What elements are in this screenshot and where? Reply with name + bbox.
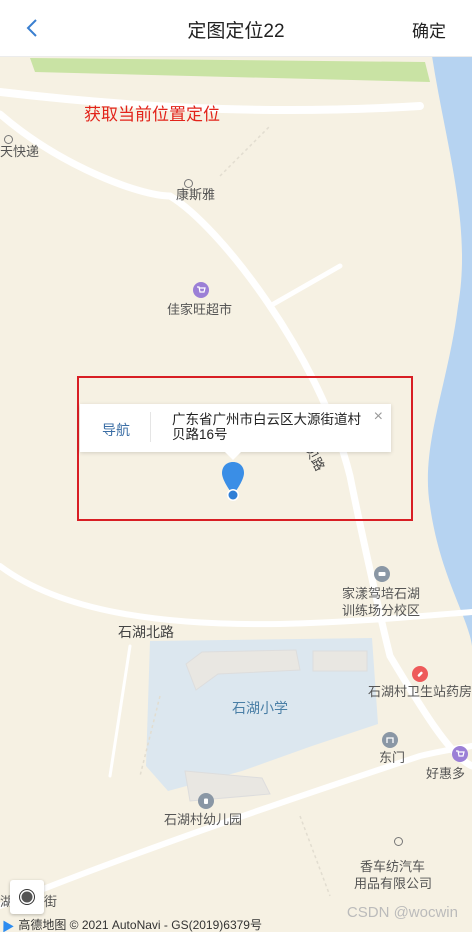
- poi-express[interactable]: 天快递: [0, 144, 39, 160]
- navigate-button[interactable]: 导航: [102, 420, 130, 440]
- chevron-left-icon: [26, 19, 37, 37]
- gate-icon: [382, 732, 398, 748]
- kindergarten-icon: [198, 793, 214, 809]
- road-branch: [267, 263, 343, 309]
- school-building-2: [312, 650, 368, 672]
- poi-haohui[interactable]: 好惠多: [426, 766, 465, 782]
- poi-jiajiawang[interactable]: 佳家旺超市: [167, 302, 232, 318]
- path-dashed-3: [299, 815, 331, 897]
- kindergarten-building: [184, 770, 271, 802]
- get-location-link[interactable]: 获取当前位置定位: [84, 100, 220, 125]
- location-pin-icon[interactable]: [220, 461, 246, 503]
- poi-xiangche-icon: [394, 834, 403, 850]
- popup-divider: [150, 412, 151, 442]
- popup-address: 广东省广州市白云区大源街道村贝路16号: [172, 412, 361, 442]
- park-strip: [30, 58, 430, 82]
- poi-jiaxiang-line2: 训练场分校区: [342, 603, 421, 618]
- location-popup: 导航 广东省广州市白云区大源街道村贝路16号 ×: [80, 404, 391, 460]
- shopping-cart-icon: [193, 282, 209, 298]
- confirm-button[interactable]: 确定: [412, 17, 446, 42]
- amap-logo-icon: [0, 917, 14, 932]
- poi-clinic[interactable]: 石湖村卫生站药房: [368, 684, 472, 700]
- path-dashed-1: [219, 125, 271, 177]
- pharmacy-icon: [412, 666, 428, 682]
- road-label-shihu-north: 石湖北路: [118, 624, 174, 640]
- river: [427, 56, 472, 646]
- back-button[interactable]: [18, 14, 46, 42]
- road-west: [108, 644, 132, 778]
- poi-xiangche[interactable]: 香车纺汽车: [360, 859, 425, 875]
- close-icon[interactable]: ×: [374, 408, 383, 426]
- locate-me-button[interactable]: [10, 880, 44, 914]
- car-icon: [374, 566, 390, 582]
- poi-east-gate[interactable]: 东门: [379, 750, 405, 766]
- poi-kangsiya[interactable]: 康斯雅: [176, 187, 215, 203]
- crosshair-icon: [19, 889, 35, 905]
- map-view[interactable]: 获取当前位置定位 天快递 康斯雅 佳家旺超市 贝路 家漾驾培石湖 训练场分校区 …: [0, 56, 472, 932]
- page-title: 定图定位22: [187, 21, 285, 42]
- watermark: CSDN @wocwin: [346, 904, 458, 921]
- poi-jiaxiang[interactable]: 家漾驾培石湖: [342, 586, 420, 602]
- nav-bar: 定图定位22 确定: [0, 0, 472, 57]
- map-attribution: 高德地图 © 2021 AutoNavi - GS(2019)6379号: [0, 916, 262, 932]
- poi-jie-fragment: 街: [44, 894, 58, 909]
- attribution-text: 高德地图 © 2021 AutoNavi - GS(2019)6379号: [18, 918, 262, 932]
- poi-school[interactable]: 石湖小学: [232, 700, 288, 716]
- shopping-cart-icon-2: [452, 746, 468, 762]
- poi-xiangche-line2: 用品有限公司: [354, 876, 433, 891]
- poi-kindergarten[interactable]: 石湖村幼儿园: [164, 812, 242, 828]
